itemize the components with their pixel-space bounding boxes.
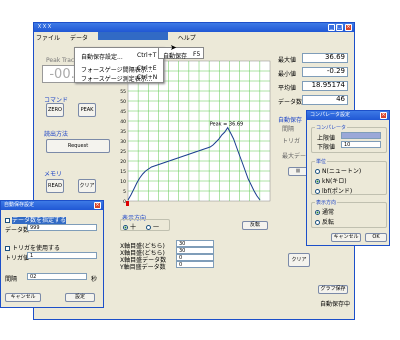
y-tick-label: 20 <box>120 159 126 165</box>
dir-radio-1[interactable]: 反転 <box>315 217 334 226</box>
chart-scroll-marker[interactable] <box>126 201 129 206</box>
y-tick-label: 30 <box>120 139 126 145</box>
auto-row-trigger: トリガ <box>282 138 301 145</box>
submenu: 自動保存 F5 <box>158 47 204 60</box>
y-tick-label: 50 <box>120 99 126 105</box>
data-count-field[interactable]: 999 <box>27 224 97 231</box>
trigger-checkbox[interactable]: トリガを使用する <box>5 243 60 252</box>
mouse-cursor-icon: ➤ <box>170 43 177 52</box>
y-tick-label: 55 <box>120 89 126 95</box>
auto-ok-button[interactable]: 設定 <box>65 293 95 302</box>
interval-unit: 秒 <box>91 276 98 283</box>
maximize-button[interactable]: □ <box>336 24 343 31</box>
graph-save-button[interactable]: グラフ保存 <box>318 285 348 294</box>
memory-clear-button[interactable]: クリア <box>78 179 96 193</box>
y-tick-label: 45 <box>120 109 126 115</box>
clear-button[interactable]: クリア <box>288 253 310 267</box>
request-button[interactable]: Request <box>46 139 110 153</box>
y-tick-label: 15 <box>120 169 126 175</box>
stat-label-min: 最小値 <box>278 71 297 78</box>
interval-label: 間隔 <box>5 276 18 283</box>
bottom-field-4[interactable]: 0 <box>176 261 214 268</box>
minimize-button[interactable]: _ <box>328 24 335 31</box>
peak-annotation: Peak = 36.69 <box>210 122 244 128</box>
stat-max-value: 36.69 <box>302 53 348 63</box>
unit-radio-2[interactable]: lbf(ポンド) <box>315 186 352 195</box>
peak-button[interactable]: PEAK <box>78 103 96 117</box>
auto-dialog-close-button[interactable]: × <box>94 202 101 209</box>
request-section-label: 読出方法 <box>44 131 69 138</box>
auto-save-btn[interactable]: ■ <box>288 167 308 176</box>
dropdown-menu: 自動保存設定... Ctrl+T フォースゲージ間隔表示... Ctrl+E フ… <box>74 47 164 83</box>
data-count-checkbox[interactable]: データ数を指定する <box>5 215 67 224</box>
comp-cancel-button[interactable]: キャンセル <box>331 233 361 242</box>
bottom-field-3[interactable]: 0 <box>176 254 214 261</box>
bottom-field-2[interactable]: 30 <box>176 247 214 254</box>
comp-dialog-close-button[interactable]: × <box>380 112 387 119</box>
comparator-dialog: コンパレータ設定 × コンパレータ 上限値 下限値 10 単位 N(ニュートン)… <box>306 110 390 246</box>
interval-field[interactable]: 02 <box>27 273 87 280</box>
stat-count-value: 46 <box>302 95 348 105</box>
dropdown-item-0[interactable]: 自動保存設定... <box>81 52 123 61</box>
y-tick-label: 5 <box>123 189 126 195</box>
menu-help[interactable]: ヘルプ <box>178 35 196 42</box>
y-tick-label: 40 <box>120 119 126 125</box>
y-tick-label: 35 <box>120 129 126 135</box>
menu-data[interactable]: データ <box>70 35 88 42</box>
stat-label-max: 最大値 <box>278 57 297 64</box>
status-text: 自動保存中 <box>320 301 351 308</box>
comp-ok-button[interactable]: OK <box>365 233 387 242</box>
auto-save-dialog: 自動保存設定 × データ数を指定する データ数 999 トリガを使用する トリガ… <box>0 200 104 308</box>
trigger-field[interactable]: 1 <box>27 252 97 259</box>
auto-cancel-button[interactable]: キャンセル <box>5 293 41 302</box>
comp-dialog-title-bar: コンパレータ設定 × <box>307 111 389 120</box>
display-dir-radio-plus[interactable]: 十 <box>123 222 136 231</box>
lower-field[interactable]: 10 <box>341 141 381 148</box>
display-dir-radio-minus[interactable]: 一 <box>146 222 159 231</box>
stat-min-value: -0.29 <box>302 67 348 77</box>
unit-radio-1[interactable]: kN(キロ) <box>315 176 347 185</box>
data-count-label: データ数 <box>5 227 30 234</box>
main-title: ＸＸＸ <box>37 24 53 30</box>
upper-label: 上限値 <box>317 135 336 142</box>
bottom-label-4: Y軸目盛データ数 <box>120 264 166 271</box>
submenu-shortcut: F5 <box>193 51 201 58</box>
submenu-item[interactable]: 自動保存 <box>163 51 187 60</box>
memory-section-label: メモリ <box>44 171 63 178</box>
dropdown-shortcut-0: Ctrl+T <box>137 52 157 59</box>
comp-dialog-title: コンパレータ設定 <box>310 112 351 118</box>
auto-dialog-title-bar: 自動保存設定 × <box>1 201 103 210</box>
upper-field[interactable] <box>341 132 381 139</box>
dir-radio-0[interactable]: 通常 <box>315 207 334 216</box>
close-button[interactable]: × <box>345 24 352 31</box>
zero-button[interactable]: ZERO <box>46 103 64 117</box>
menu-bar: ファイル データ ヘルプ <box>34 32 354 42</box>
bottom-field-1[interactable]: 30 <box>176 240 214 247</box>
dropdown-shortcut-1: Ctrl+E <box>137 65 157 72</box>
main-title-bar: ＸＸＸ _ □ × <box>34 23 354 32</box>
auto-row-interval: 間隔 <box>282 126 295 133</box>
peak-label: Peak <box>46 57 61 64</box>
unit-radio-0[interactable]: N(ニュートン) <box>315 166 361 175</box>
trigger-label: トリガ値 <box>5 255 30 262</box>
y-tick-label: 10 <box>120 179 126 185</box>
menu-file[interactable]: ファイル <box>36 35 60 42</box>
dropdown-shortcut-2: Ctrl+N <box>137 74 158 81</box>
read-button[interactable]: READ <box>46 179 64 193</box>
menu-selected[interactable] <box>97 32 168 40</box>
lower-label: 下限値 <box>317 144 336 151</box>
y-tick-label: 25 <box>120 149 126 155</box>
stat-label-avg: 平均値 <box>278 85 297 92</box>
stat-avg-value: 18.95174 <box>302 81 348 91</box>
auto-dialog-title: 自動保存設定 <box>4 202 35 208</box>
reverse-button[interactable]: 反転 <box>242 221 268 230</box>
auto-save-title: 自動保存 <box>278 117 303 124</box>
stat-label-count: データ数 <box>278 99 303 106</box>
